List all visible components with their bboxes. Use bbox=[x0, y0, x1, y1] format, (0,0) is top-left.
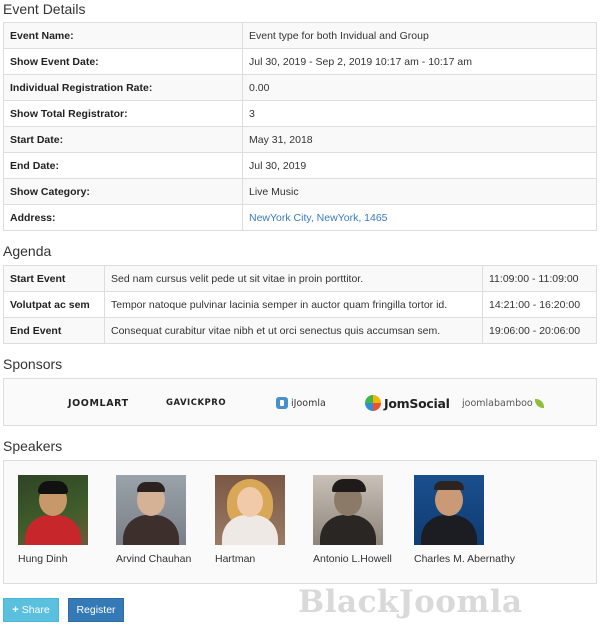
photo-shape bbox=[137, 482, 165, 492]
photo-shape bbox=[320, 515, 376, 545]
detail-label: Individual Registration Rate: bbox=[3, 74, 243, 101]
speaker-photo[interactable] bbox=[414, 475, 484, 545]
table-row: Start Event Sed nam cursus velit pede ut… bbox=[3, 265, 597, 292]
speaker-photo[interactable] bbox=[313, 475, 383, 545]
sponsor-logo-joomlabamboo[interactable]: joomlabamboo bbox=[462, 391, 544, 415]
agenda-time: 11:09:00 - 11:09:00 bbox=[482, 265, 597, 292]
agenda-time: 14:21:00 - 16:20:00 bbox=[482, 291, 597, 318]
detail-value: Jul 30, 2019 bbox=[242, 152, 597, 179]
speaker-name: Hartman bbox=[215, 553, 256, 565]
photo-shape bbox=[332, 479, 366, 492]
speaker-card[interactable]: Charles M. Abernathy bbox=[414, 475, 524, 565]
detail-label: Start Date: bbox=[3, 126, 243, 153]
table-row: Individual Registration Rate: 0.00 bbox=[3, 74, 597, 101]
speaker-card[interactable]: Hung Dinh bbox=[18, 475, 110, 565]
detail-value: Event type for both Invidual and Group bbox=[242, 22, 597, 49]
detail-value: May 31, 2018 bbox=[242, 126, 597, 153]
speakers-panel: Hung Dinh Arvind Chauhan Hartman Antonio… bbox=[3, 460, 597, 584]
detail-label: Show Total Registrator: bbox=[3, 100, 243, 127]
agenda-title: Agenda bbox=[3, 243, 52, 259]
agenda-time: 19:06:00 - 20:06:00 bbox=[482, 317, 597, 344]
detail-label: Address: bbox=[3, 204, 243, 231]
detail-label: Event Name: bbox=[3, 22, 243, 49]
speakers-title: Speakers bbox=[3, 438, 63, 454]
detail-value: Live Music bbox=[242, 178, 597, 205]
table-row: Show Total Registrator: 3 bbox=[3, 100, 597, 127]
sponsor-logo-gavickpro[interactable]: GAVICKPRO bbox=[166, 391, 226, 415]
sponsor-logo-ijoomla[interactable]: iJoomla bbox=[276, 391, 326, 415]
agenda-table: Start Event Sed nam cursus velit pede ut… bbox=[3, 265, 597, 344]
detail-value: 0.00 bbox=[242, 74, 597, 101]
address-link[interactable]: NewYork City, NewYork, 1465 bbox=[249, 212, 388, 224]
detail-label: End Date: bbox=[3, 152, 243, 179]
detail-value: Jul 30, 2019 - Sep 2, 2019 10:17 am - 10… bbox=[242, 48, 597, 75]
speaker-card[interactable]: Arvind Chauhan bbox=[116, 475, 208, 565]
address-cell: NewYork City, NewYork, 1465 bbox=[242, 204, 597, 231]
share-button[interactable]: + Share bbox=[3, 598, 59, 622]
bamboo-leaf-icon bbox=[534, 398, 544, 408]
agenda-description: Tempor natoque pulvinar lacinia semper i… bbox=[104, 291, 483, 318]
detail-label: Show Event Date: bbox=[3, 48, 243, 75]
agenda-label: Start Event bbox=[3, 265, 105, 292]
photo-shape bbox=[123, 515, 179, 545]
agenda-description: Consequat curabitur vitae nibh et ut orc… bbox=[104, 317, 483, 344]
speaker-card[interactable]: Antonio L.Howell bbox=[313, 475, 405, 565]
sponsor-logo-text: JomSocial bbox=[384, 395, 450, 411]
photo-shape bbox=[38, 481, 68, 494]
plus-icon: + bbox=[12, 604, 19, 616]
table-row: Volutpat ac sem Tempor natoque pulvinar … bbox=[3, 291, 597, 318]
sponsors-panel: JOOMLART GAVICKPRO iJoomla JomSocial joo… bbox=[3, 378, 597, 426]
event-details-title: Event Details bbox=[3, 1, 86, 17]
agenda-label: Volutpat ac sem bbox=[3, 291, 105, 318]
speaker-photo[interactable] bbox=[215, 475, 285, 545]
speaker-name: Hung Dinh bbox=[18, 553, 68, 565]
table-row: Show Event Date: Jul 30, 2019 - Sep 2, 2… bbox=[3, 48, 597, 75]
jomsocial-swirl-icon bbox=[365, 395, 381, 411]
speaker-name: Charles M. Abernathy bbox=[414, 553, 515, 565]
photo-shape bbox=[237, 487, 263, 517]
speaker-photo[interactable] bbox=[18, 475, 88, 545]
sponsor-logo-text: iJoomla bbox=[291, 397, 326, 409]
watermark-logo: BlackJoomla bbox=[298, 584, 523, 620]
table-row: Show Category: Live Music bbox=[3, 178, 597, 205]
register-button[interactable]: Register bbox=[68, 598, 124, 622]
speaker-card[interactable]: Hartman bbox=[215, 475, 307, 565]
share-button-label: Share bbox=[21, 604, 50, 616]
sponsor-logo-joomlart[interactable]: JOOMLART bbox=[68, 391, 129, 415]
table-row: End Event Consequat curabitur vitae nibh… bbox=[3, 317, 597, 344]
table-row: Event Name: Event type for both Invidual… bbox=[3, 22, 597, 49]
speaker-name: Antonio L.Howell bbox=[313, 553, 392, 565]
event-details-table: Event Name: Event type for both Invidual… bbox=[3, 22, 597, 231]
photo-shape bbox=[421, 515, 477, 545]
detail-value: 3 bbox=[242, 100, 597, 127]
sponsors-title: Sponsors bbox=[3, 356, 63, 372]
table-row: Address: NewYork City, NewYork, 1465 bbox=[3, 204, 597, 231]
agenda-label: End Event bbox=[3, 317, 105, 344]
sponsor-logo-jomsocial[interactable]: JomSocial bbox=[365, 391, 450, 415]
photo-shape bbox=[434, 481, 464, 490]
table-row: End Date: Jul 30, 2019 bbox=[3, 152, 597, 179]
agenda-description: Sed nam cursus velit pede ut sit vitae i… bbox=[104, 265, 483, 292]
photo-shape bbox=[25, 515, 81, 545]
speaker-name: Arvind Chauhan bbox=[116, 553, 192, 565]
speaker-photo[interactable] bbox=[116, 475, 186, 545]
photo-shape bbox=[222, 515, 278, 545]
table-row: Start Date: May 31, 2018 bbox=[3, 126, 597, 153]
detail-label: Show Category: bbox=[3, 178, 243, 205]
sponsor-logo-text: joomlabamboo bbox=[462, 397, 533, 409]
ijoomla-badge-icon bbox=[276, 397, 288, 409]
